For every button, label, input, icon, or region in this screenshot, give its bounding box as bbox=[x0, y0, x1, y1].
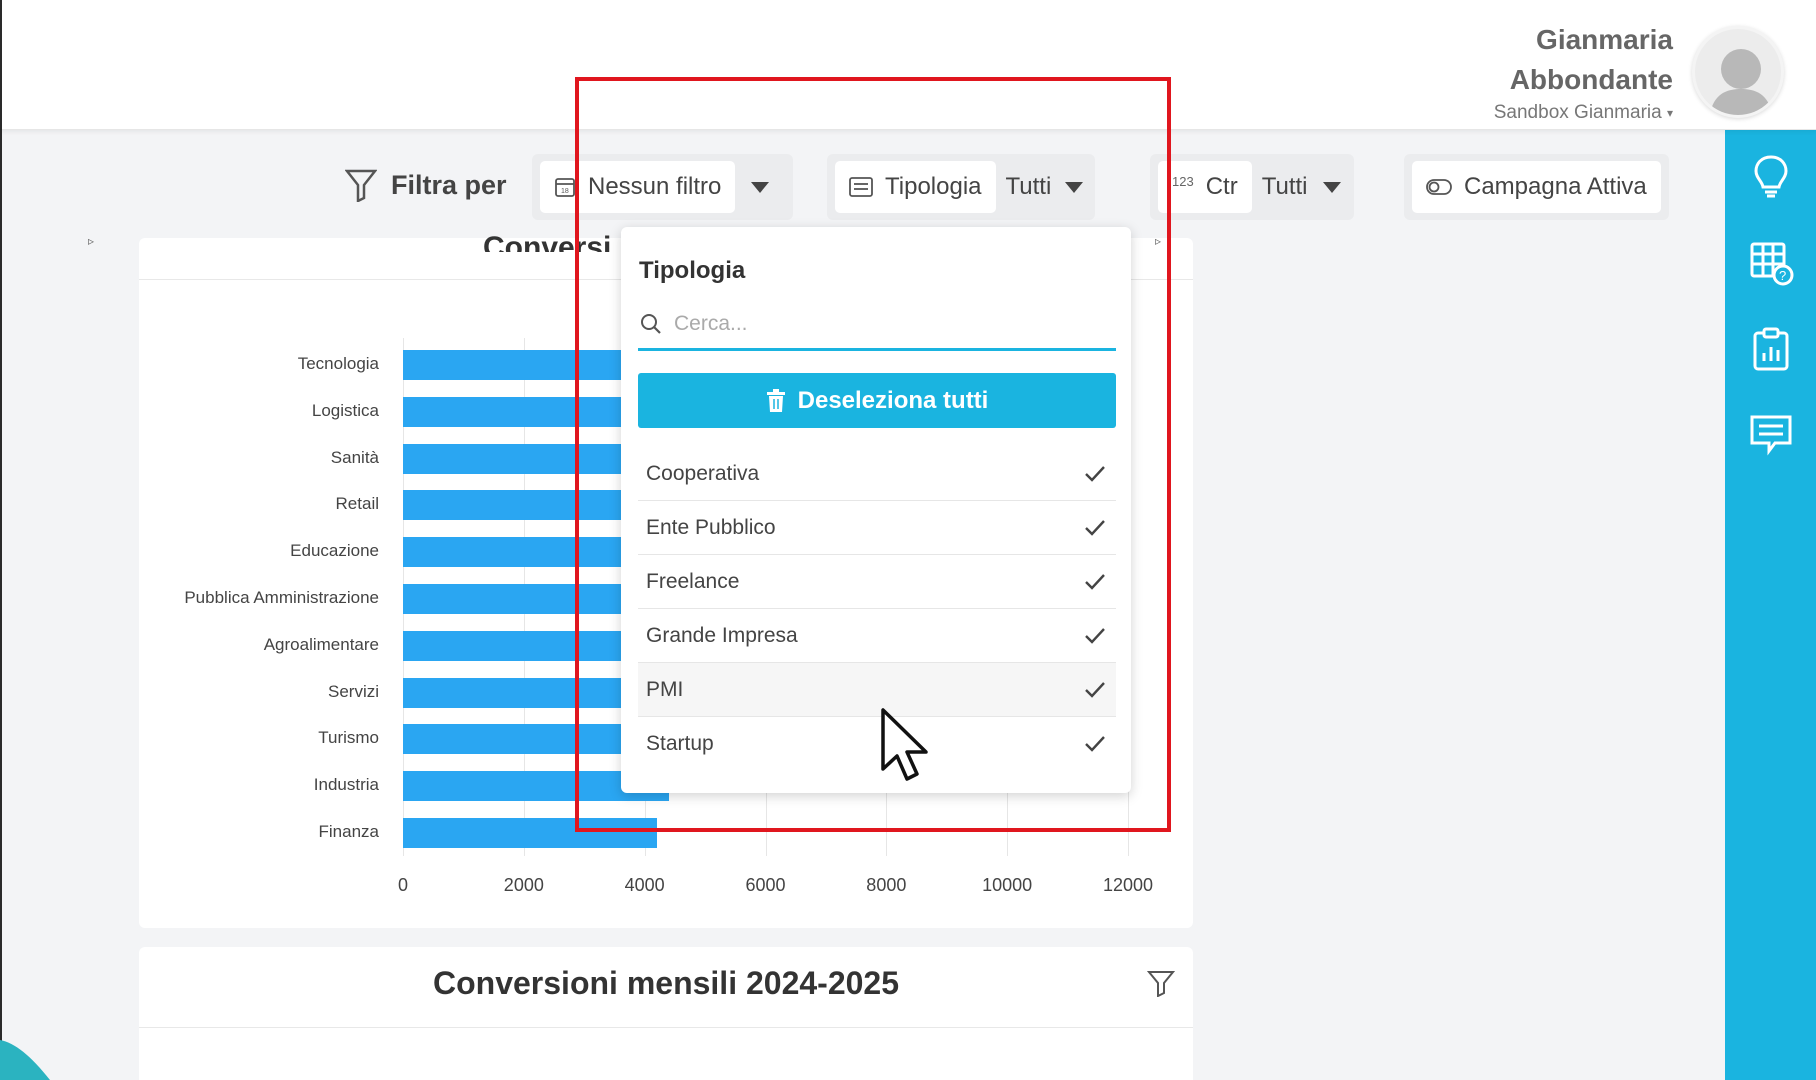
filter-icon[interactable] bbox=[1147, 969, 1175, 997]
category-label: Logistica bbox=[311, 400, 379, 420]
avatar[interactable] bbox=[1692, 26, 1784, 118]
caret-down-icon: ▾ bbox=[1666, 105, 1673, 120]
ctr-filter-label: Ctr bbox=[1205, 173, 1238, 200]
campagna-toggle[interactable]: Campagna Attiva bbox=[1412, 161, 1661, 213]
annotation-highlight-box bbox=[575, 77, 1171, 832]
x-tick-label: 0 bbox=[397, 875, 409, 895]
ctr-filter-value[interactable]: Tutti bbox=[1252, 173, 1318, 201]
x-tick-label: 8000 bbox=[866, 875, 907, 895]
monthly-chart-card: Conversioni mensili 2024-2025 bbox=[139, 947, 1193, 1080]
user-first-name: Gianmaria bbox=[1536, 24, 1673, 55]
user-menu[interactable]: Gianmaria Abbondante Sandbox Gianmaria ▾ bbox=[1494, 20, 1673, 124]
clipboard-chart-icon[interactable] bbox=[1747, 325, 1795, 373]
filter-icon bbox=[345, 169, 377, 202]
toggle-icon bbox=[1426, 179, 1452, 195]
lightbulb-icon[interactable] bbox=[1747, 152, 1795, 200]
category-label: Retail bbox=[335, 494, 379, 514]
calendar-icon: 18 bbox=[555, 178, 575, 197]
user-last-name: Abbondante bbox=[1509, 64, 1673, 95]
category-label: Servizi bbox=[327, 681, 379, 701]
decorative-shape bbox=[0, 1040, 50, 1080]
ctr-filter-caret[interactable] bbox=[1318, 181, 1346, 193]
table-help-icon[interactable]: ? bbox=[1747, 238, 1795, 286]
svg-text:?: ? bbox=[1779, 268, 1786, 283]
campagna-filter-group[interactable]: Campagna Attiva bbox=[1404, 154, 1669, 220]
monthly-chart-title: Conversioni mensili 2024-2025 bbox=[433, 965, 899, 1001]
x-tick-label: 10000 bbox=[982, 875, 1033, 895]
svg-text:18: 18 bbox=[561, 188, 569, 195]
numeric-icon: 123 bbox=[1172, 173, 1194, 189]
category-label: Educazione bbox=[290, 541, 379, 561]
x-tick-label: 12000 bbox=[1102, 875, 1154, 895]
window-edge bbox=[0, 0, 2, 1080]
workspace-label: Sandbox Gianmaria bbox=[1493, 102, 1662, 123]
category-label: Finanza bbox=[318, 822, 379, 841]
x-tick-label: 2000 bbox=[503, 875, 544, 895]
category-label: Agroalimentare bbox=[263, 634, 379, 654]
ctr-filter-group[interactable]: 123 Ctr Tutti bbox=[1150, 154, 1354, 220]
campagna-label: Campagna Attiva bbox=[1464, 173, 1647, 200]
category-label: Tecnologia bbox=[297, 354, 379, 373]
x-tick-label: 4000 bbox=[624, 875, 665, 895]
x-tick-label: 6000 bbox=[745, 875, 786, 895]
filter-label: Filtra per bbox=[391, 169, 507, 200]
category-label: Turismo bbox=[318, 728, 379, 748]
right-sidebar: ? bbox=[1725, 130, 1816, 1080]
category-label: Industria bbox=[313, 775, 379, 795]
chat-icon[interactable] bbox=[1747, 410, 1795, 458]
category-label: Pubblica Amministrazione bbox=[184, 588, 379, 607]
card-divider bbox=[139, 1027, 1193, 1028]
workspace-selector[interactable]: Sandbox Gianmaria ▾ bbox=[1494, 102, 1673, 124]
ctr-filter-button[interactable]: 123 Ctr bbox=[1158, 161, 1252, 213]
caret-down-icon bbox=[1322, 181, 1341, 193]
category-label: Sanità bbox=[330, 447, 379, 467]
mouse-cursor-icon bbox=[881, 708, 928, 781]
filter-heading: Filtra per bbox=[345, 168, 507, 202]
